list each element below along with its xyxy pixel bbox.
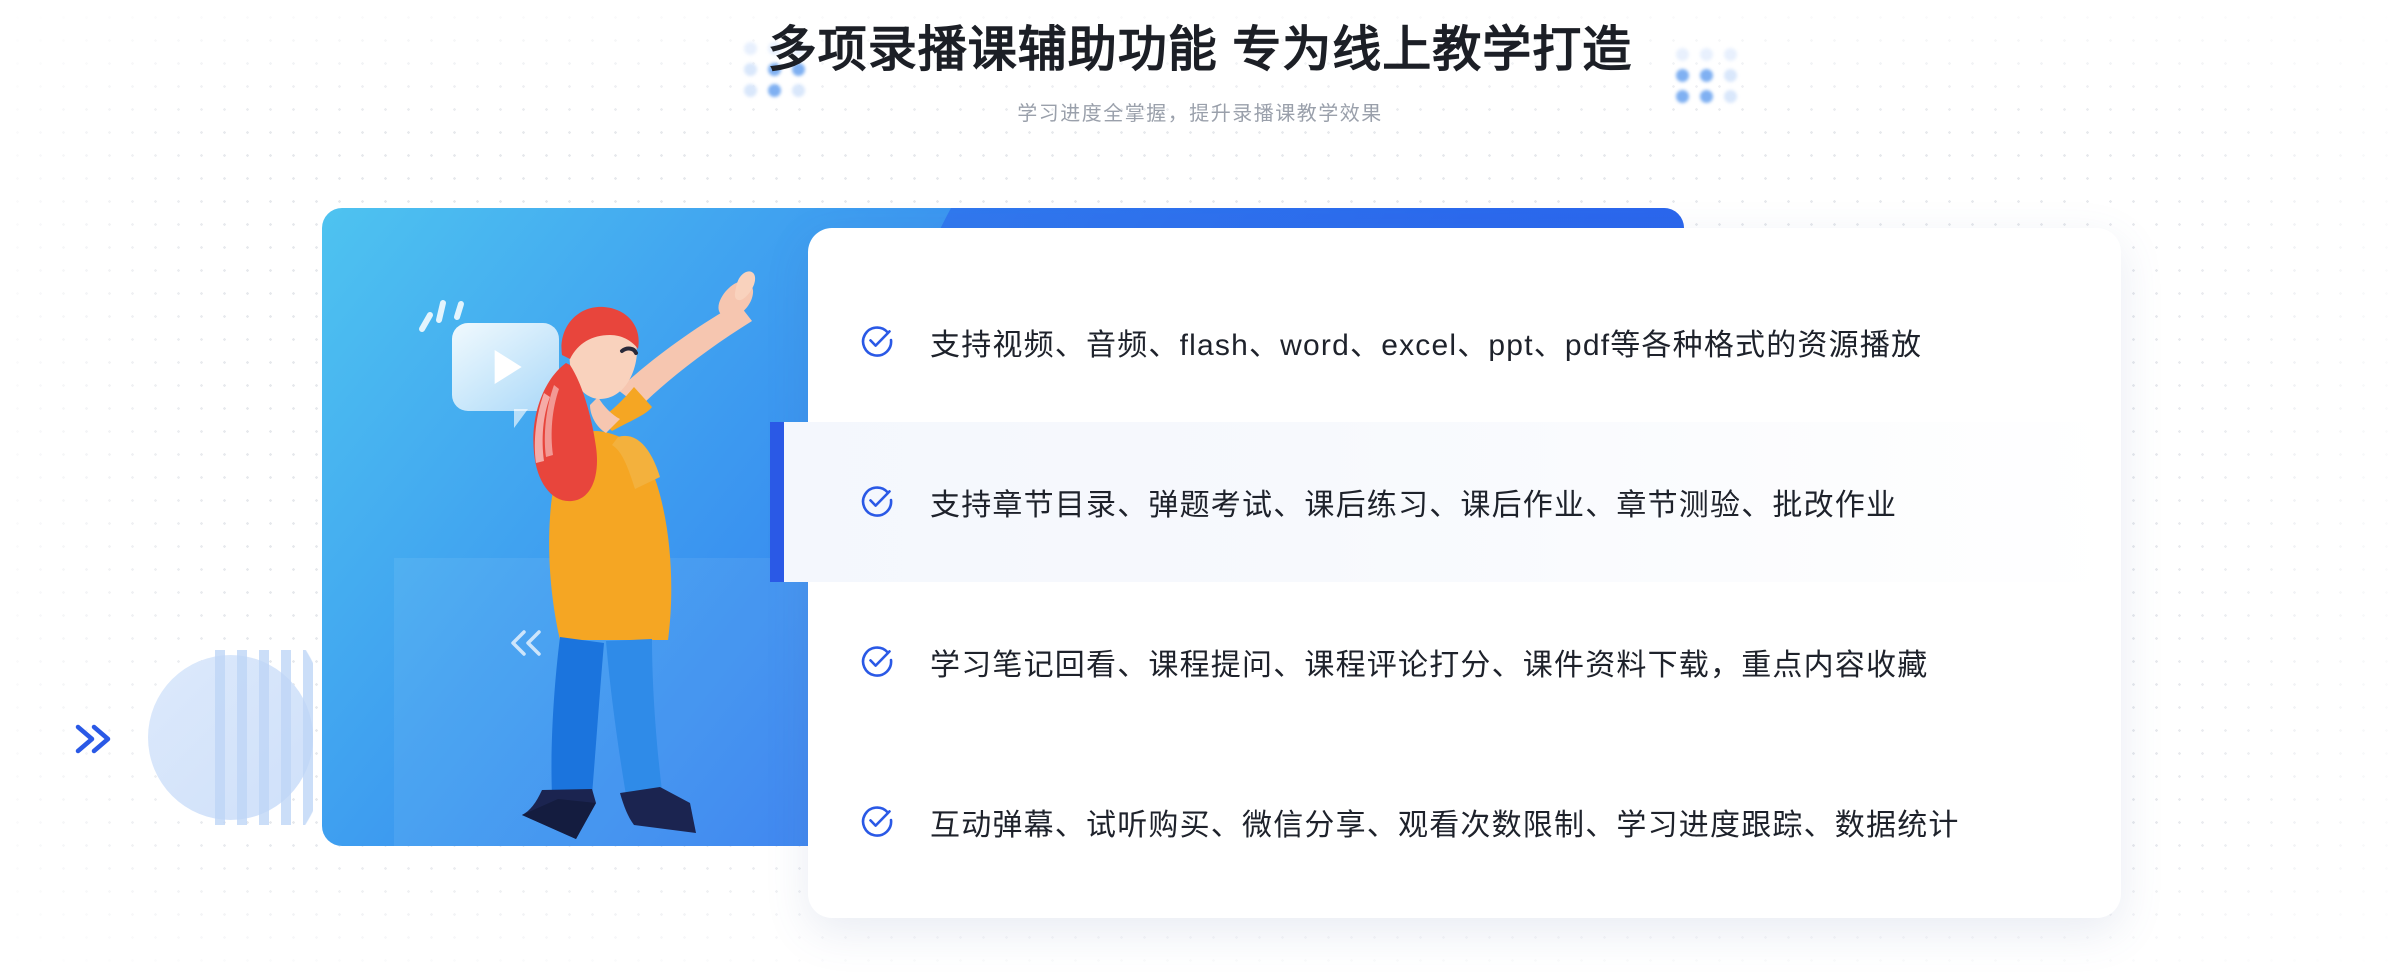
page-title: 多项录播课辅助功能 专为线上教学打造 <box>767 23 1633 77</box>
feature-item-label: 支持视频、音频、flash、word、excel、ppt、pdf等各种格式的资源… <box>930 329 1923 362</box>
feature-item-label: 学习笔记回看、课程提问、课程评论打分、课件资料下载，重点内容收藏 <box>930 649 1929 682</box>
decorative-circle-stripes <box>215 650 325 825</box>
check-circle-icon <box>860 643 894 682</box>
check-circle-icon <box>860 483 894 522</box>
check-circle-icon <box>860 803 894 842</box>
page-subtitle: 学习进度全掌握，提升录播课教学效果 <box>1017 102 1383 125</box>
header: 多项录播课辅助功能 专为线上教学打造 学习进度全掌握，提升录播课教学效果 <box>0 0 2400 126</box>
chevron-right-icon <box>72 722 118 761</box>
feature-list: 支持视频、音频、flash、word、excel、ppt、pdf等各种格式的资源… <box>770 228 2121 918</box>
feature-item-3[interactable]: 学习笔记回看、课程提问、课程评论打分、课件资料下载，重点内容收藏 <box>808 582 2121 742</box>
feature-item-label: 支持章节目录、弹题考试、课后练习、课后作业、章节测验、批改作业 <box>930 489 1898 522</box>
woman-pointing-illustration <box>500 255 790 860</box>
feature-card: 支持视频、音频、flash、word、excel、ppt、pdf等各种格式的资源… <box>770 228 2121 918</box>
feature-item-4[interactable]: 互动弹幕、试听购买、微信分享、观看次数限制、学习进度跟踪、数据统计 <box>808 742 2121 902</box>
feature-item-label: 互动弹幕、试听购买、微信分享、观看次数限制、学习进度跟踪、数据统计 <box>930 809 1960 842</box>
feature-item-1[interactable]: 支持视频、音频、flash、word、excel、ppt、pdf等各种格式的资源… <box>808 262 2121 422</box>
check-circle-icon <box>860 323 894 362</box>
feature-item-2[interactable]: 支持章节目录、弹题考试、课后练习、课后作业、章节测验、批改作业 <box>770 422 2121 582</box>
